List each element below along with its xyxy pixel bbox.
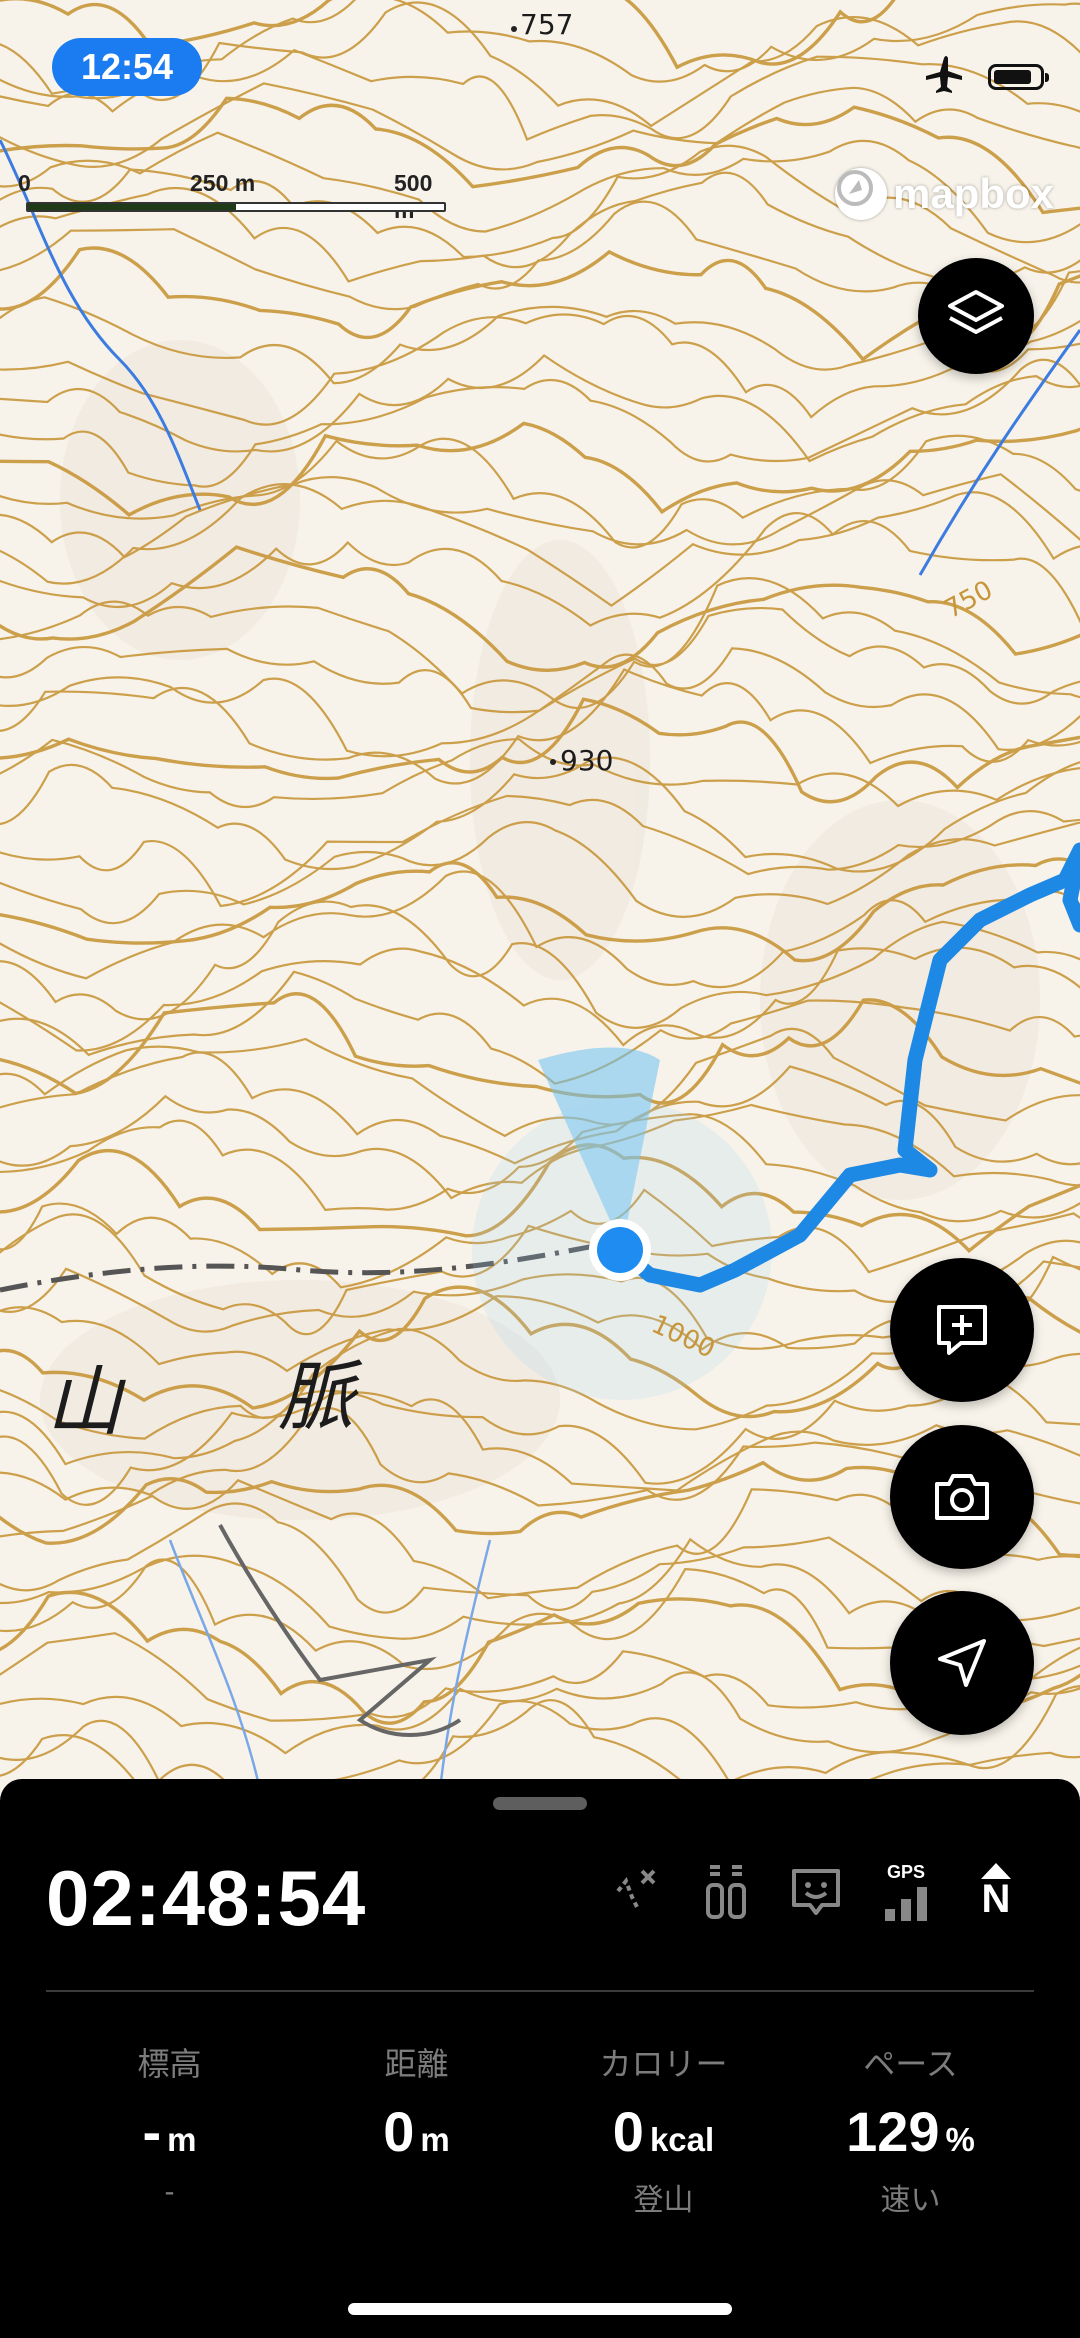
distance-stat: 距離 0m: [293, 2039, 540, 2215]
add-note-icon: [937, 1305, 987, 1355]
add-note-button[interactable]: [890, 1258, 1034, 1402]
place-label: 脈: [278, 1352, 354, 1441]
camera-button[interactable]: [890, 1425, 1034, 1569]
status-icons: [922, 54, 1049, 99]
stat-sub: -: [164, 2175, 175, 2208]
map-layers-button[interactable]: [918, 258, 1034, 374]
sheet-drag-handle[interactable]: [493, 1797, 587, 1810]
camera-icon: [935, 1474, 989, 1520]
calories-stat: カロリー 0 kcal 登山: [540, 2039, 787, 2217]
stat-unit: m: [167, 2121, 197, 2158]
mapbox-mark-icon: [834, 168, 887, 220]
place-label: 山: [46, 1357, 122, 1446]
stat-label: 標高: [137, 2046, 202, 2082]
scale-label: 500 m: [394, 170, 433, 223]
route-off-icon[interactable]: [608, 1859, 664, 1923]
battery-icon: [988, 63, 1049, 90]
airplane-mode-icon: [922, 54, 966, 99]
stat-label: ペース: [863, 2046, 958, 2082]
altitude-stat: 標高 -m -: [46, 2039, 293, 2215]
home-indicator[interactable]: [348, 2303, 732, 2315]
scale-label: 250 m: [190, 170, 256, 196]
mapbox-logo[interactable]: mapbox: [834, 168, 1054, 220]
panel-divider: [46, 1990, 1034, 1992]
mapbox-wordmark: mapbox: [892, 170, 1054, 217]
pace-stat: ペース 129% 速い: [787, 2039, 1034, 2217]
status-time: 12:54: [52, 38, 202, 96]
layers-icon: [948, 290, 1004, 334]
stat-sub: 速い: [880, 2184, 941, 2217]
navigation-arrow-icon: [938, 1639, 986, 1687]
stat-label: カロリー: [599, 2046, 728, 2082]
locate-me-button[interactable]: [890, 1591, 1034, 1735]
stat-label: 距離: [384, 2046, 449, 2082]
gps-signal-icon[interactable]: GPS: [878, 1859, 934, 1923]
map-scale-bar: 0 250 m 500 m: [18, 170, 446, 223]
stat-unit: %: [945, 2121, 975, 2158]
stat-unit: m: [420, 2121, 450, 2158]
water-gauge-icon[interactable]: [698, 1859, 754, 1923]
stat-unit: kcal: [649, 2121, 715, 2158]
stat-sub: 登山: [633, 2184, 694, 2217]
north-compass-icon[interactable]: N: [968, 1859, 1024, 1923]
elevation-label: 930: [560, 744, 614, 777]
stat-value: 0: [383, 2100, 415, 2163]
scale-bar-track: [26, 202, 446, 212]
stat-value: 0: [612, 2100, 644, 2163]
compass-label: N: [981, 1877, 1011, 1921]
scale-label: 0: [18, 170, 31, 196]
activity-panel[interactable]: 02:48:54 GPS N 標高 -m - 距離 0m カロリー 0 kcal…: [0, 1779, 1080, 2338]
gps-label: GPS: [886, 1861, 925, 1882]
stat-value: -: [142, 2100, 162, 2163]
status-indicators: GPS N: [608, 1859, 1024, 1923]
face-icon[interactable]: [788, 1859, 844, 1923]
stats-row: 標高 -m - 距離 0m カロリー 0 kcal 登山 ペース 129% 速い: [46, 2039, 1034, 2217]
elevation-label: 757: [520, 8, 574, 41]
elapsed-time: 02:48:54: [46, 1854, 367, 1942]
stat-sub: [293, 2175, 540, 2215]
stat-value: 129: [846, 2100, 940, 2163]
